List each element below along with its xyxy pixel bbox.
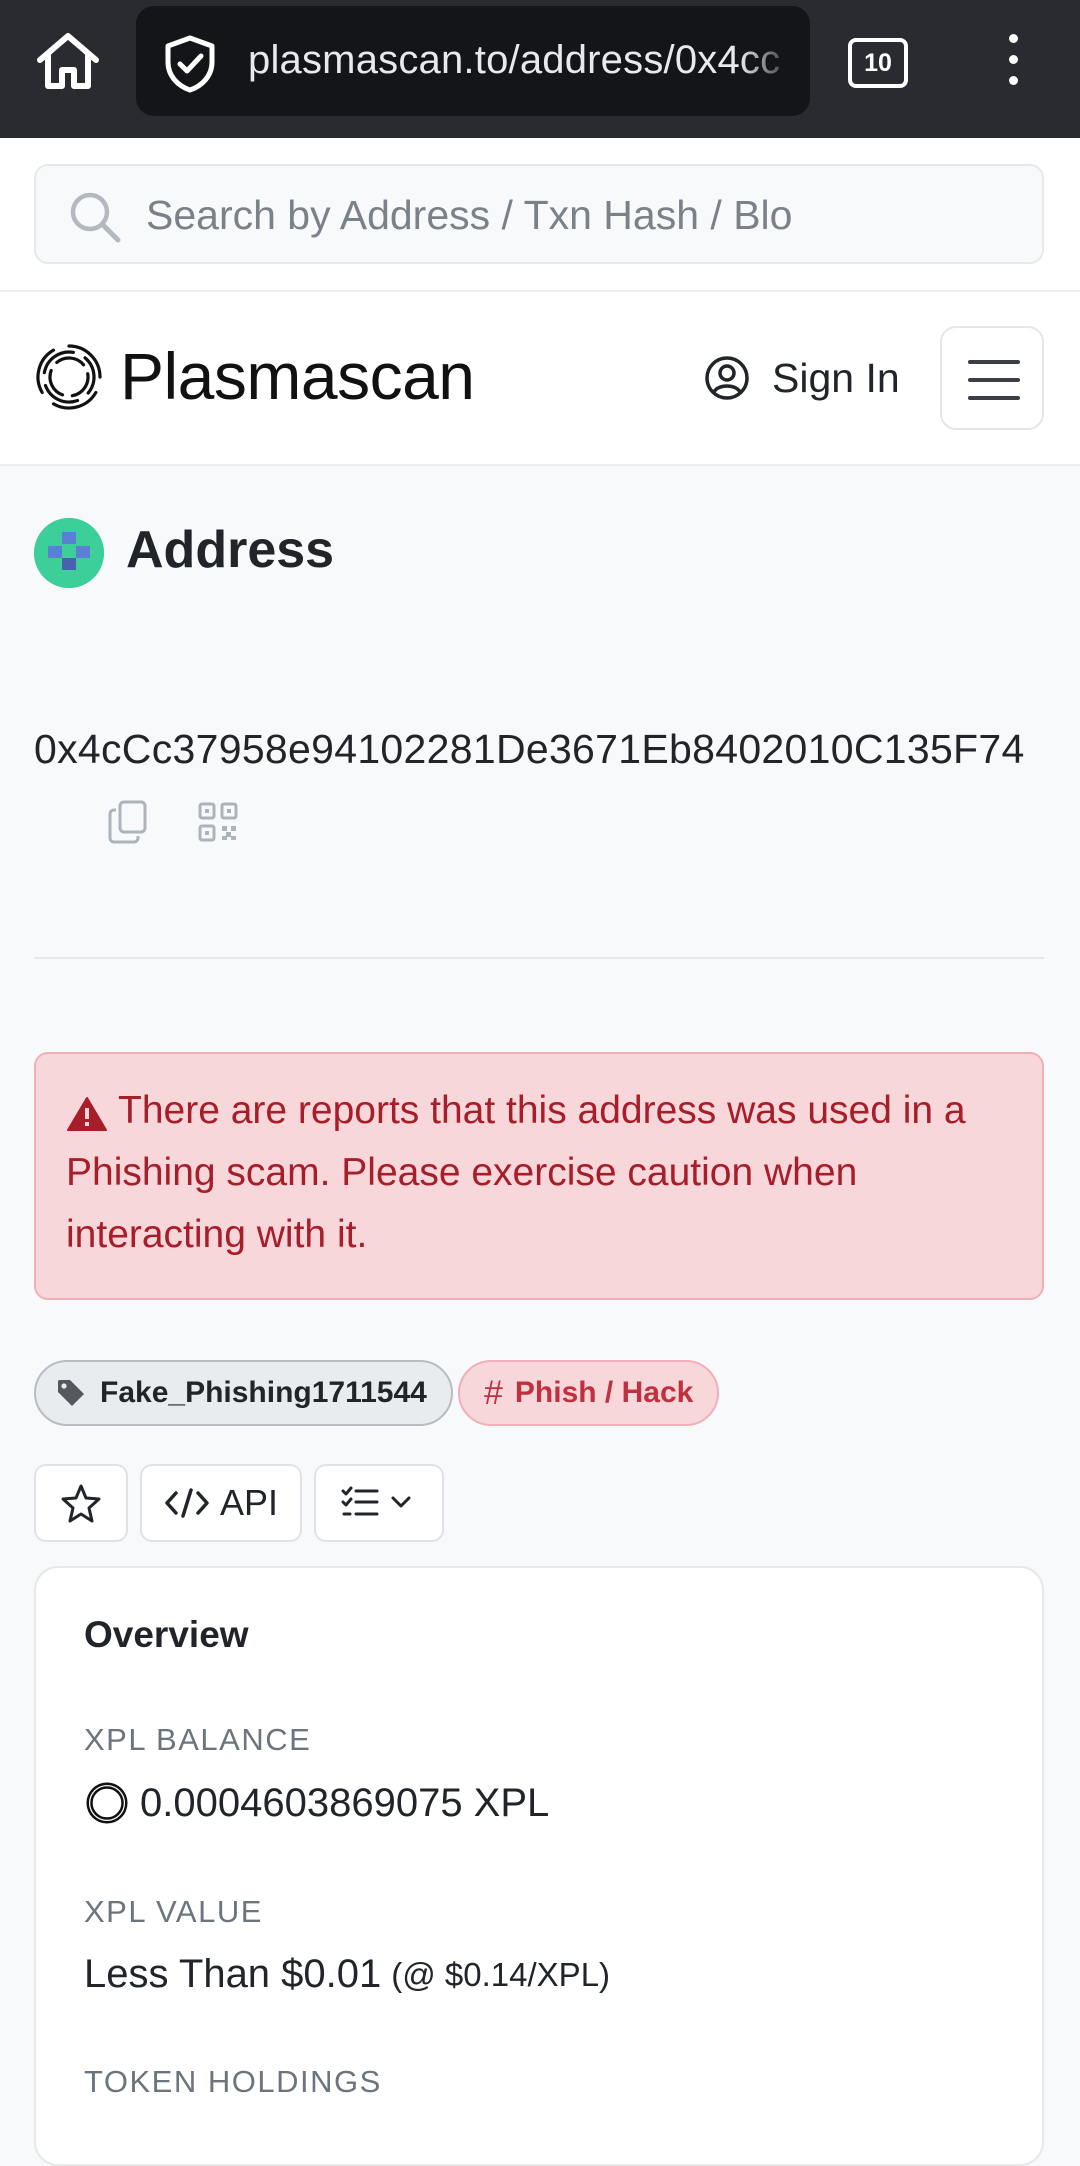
overview-title: Overview bbox=[84, 1614, 249, 1655]
xpl-value: Less Than $0.01 (@ $0.14/XPL) bbox=[84, 1952, 610, 1997]
value-amount: Less Than $0.01 bbox=[84, 1952, 382, 1996]
address-bar[interactable]: plasmascan.to/address/0x4cc bbox=[136, 6, 810, 116]
balance-value: 0.0004603869075 XPL bbox=[84, 1780, 549, 1826]
name-tag-label: Fake_Phishing1711544 bbox=[100, 1376, 427, 1409]
search-section: Search by Address / Txn Hash / Blo bbox=[0, 138, 1080, 292]
qr-code-icon[interactable] bbox=[198, 802, 238, 842]
copy-icon[interactable] bbox=[108, 800, 148, 844]
search-placeholder: Search by Address / Txn Hash / Blo bbox=[146, 192, 793, 238]
browser-toolbar: plasmascan.to/address/0x4cc 10 bbox=[0, 0, 1080, 138]
tab-switcher-button[interactable]: 10 bbox=[848, 38, 908, 88]
more-options-icon[interactable] bbox=[1000, 34, 1026, 88]
hamburger-menu-button[interactable] bbox=[940, 326, 1044, 430]
xpl-token-icon bbox=[86, 1782, 128, 1824]
search-icon bbox=[70, 192, 121, 243]
search-input[interactable]: Search by Address / Txn Hash / Blo bbox=[34, 164, 1044, 264]
site-header: Plasmascan Sign In bbox=[0, 292, 1080, 466]
tag-icon bbox=[58, 1380, 84, 1406]
api-button[interactable]: API bbox=[140, 1464, 302, 1542]
code-icon bbox=[165, 1488, 209, 1518]
star-icon bbox=[61, 1484, 101, 1523]
brand-name[interactable]: Plasmascan bbox=[120, 338, 475, 414]
plasmascan-logo-icon[interactable] bbox=[32, 340, 106, 414]
sign-in-button[interactable]: Sign In bbox=[704, 352, 900, 404]
hamburger-icon bbox=[968, 360, 1020, 364]
hash-icon: # bbox=[484, 1373, 503, 1412]
sign-in-label: Sign In bbox=[772, 354, 900, 401]
user-circle-icon bbox=[705, 356, 749, 400]
api-label: API bbox=[219, 1482, 279, 1523]
home-icon[interactable] bbox=[32, 26, 104, 98]
token-holdings-label: TOKEN HOLDINGS bbox=[84, 2064, 382, 2099]
value-rate: (@ $0.14/XPL) bbox=[391, 1955, 611, 1993]
overview-card: Overview XPL BALANCE 0.0004603869075 XPL… bbox=[34, 1566, 1044, 2166]
balance-amount: 0.0004603869075 XPL bbox=[140, 1780, 550, 1825]
favorite-button[interactable] bbox=[34, 1464, 128, 1542]
warning-text: There are reports that this address was … bbox=[66, 1089, 966, 1256]
balance-label: XPL BALANCE bbox=[84, 1722, 312, 1757]
url-text: plasmascan.to/address/0x4cc bbox=[248, 38, 781, 82]
category-tag-badge[interactable]: # Phish / Hack bbox=[458, 1360, 720, 1426]
shield-icon[interactable] bbox=[162, 34, 218, 94]
page-title: Address bbox=[126, 521, 335, 579]
phishing-warning-alert: There are reports that this address was … bbox=[34, 1052, 1044, 1300]
name-tag-badge[interactable]: Fake_Phishing1711544 bbox=[34, 1360, 453, 1426]
value-label: XPL VALUE bbox=[84, 1894, 263, 1929]
list-options-dropdown[interactable] bbox=[314, 1464, 444, 1542]
address-avatar bbox=[34, 518, 104, 588]
section-divider bbox=[34, 957, 1044, 959]
category-tag-label: Phish / Hack bbox=[514, 1376, 694, 1409]
checklist-dropdown-icon bbox=[341, 1486, 411, 1516]
address-hash: 0x4cCc37958e94102281De3671Eb8402010C135F… bbox=[34, 726, 1025, 772]
